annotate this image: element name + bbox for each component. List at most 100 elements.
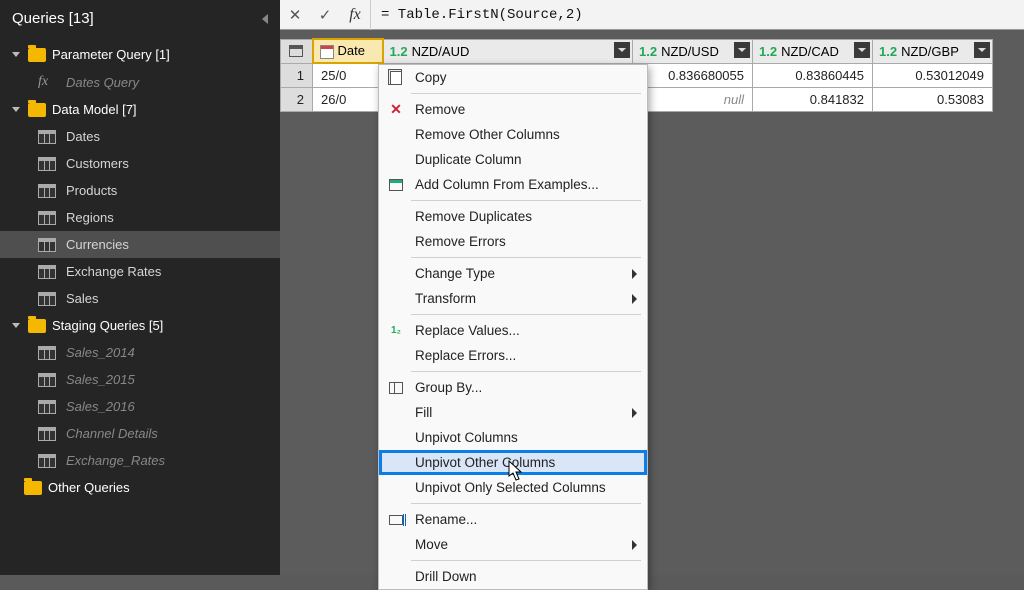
cancel-formula-button[interactable]: ✕ xyxy=(280,0,310,30)
cell-date[interactable]: 26/0 xyxy=(313,87,383,111)
query-item-sales-2014[interactable]: Sales_2014 xyxy=(0,339,280,366)
query-item-customers[interactable]: Customers xyxy=(0,150,280,177)
caret-down-icon xyxy=(12,107,20,112)
column-filter-icon[interactable] xyxy=(614,42,630,58)
query-item-sales[interactable]: Sales xyxy=(0,285,280,312)
menu-change-type[interactable]: Change Type xyxy=(379,261,647,286)
group-label: Parameter Query [1] xyxy=(52,47,170,62)
menu-separator xyxy=(411,200,641,201)
menu-unpivot-other-columns[interactable]: Unpivot Other Columns xyxy=(379,450,647,475)
column-filter-icon[interactable] xyxy=(734,42,750,58)
query-item-currencies[interactable]: Currencies xyxy=(0,231,280,258)
query-label: Regions xyxy=(66,210,114,225)
table-icon xyxy=(387,176,405,194)
menu-remove[interactable]: ✕Remove xyxy=(379,97,647,122)
date-type-icon xyxy=(320,45,334,59)
cell-cad[interactable]: 0.83860445 xyxy=(753,63,873,87)
submenu-arrow-icon xyxy=(632,540,637,550)
row-number: 1 xyxy=(281,63,313,87)
table-icon xyxy=(38,373,56,387)
table-icon xyxy=(289,45,303,57)
cell-usd[interactable]: 0.836680055 xyxy=(633,63,753,87)
column-label: NZD/CAD xyxy=(781,44,839,59)
group-other-queries[interactable]: Other Queries xyxy=(0,474,280,501)
cell-usd[interactable]: null xyxy=(633,87,753,111)
menu-rename[interactable]: Rename... xyxy=(379,507,647,532)
fx-icon: fx xyxy=(38,74,56,90)
fx-icon[interactable]: fx xyxy=(340,0,370,30)
column-label: NZD/AUD xyxy=(412,44,470,59)
collapse-sidebar-icon[interactable] xyxy=(262,14,268,24)
menu-separator xyxy=(411,257,641,258)
query-item-sales-2015[interactable]: Sales_2015 xyxy=(0,366,280,393)
menu-unpivot-columns[interactable]: Unpivot Columns xyxy=(379,425,647,450)
row-number: 2 xyxy=(281,87,313,111)
menu-copy[interactable]: Copy xyxy=(379,65,647,90)
group-label: Data Model [7] xyxy=(52,102,137,117)
remove-icon: ✕ xyxy=(387,101,405,119)
query-item-sales-2016[interactable]: Sales_2016 xyxy=(0,393,280,420)
column-context-menu: Copy ✕Remove Remove Other Columns Duplic… xyxy=(378,64,648,590)
query-label: Sales_2014 xyxy=(66,345,135,360)
query-item-regions[interactable]: Regions xyxy=(0,204,280,231)
table-icon xyxy=(38,130,56,144)
query-item-dates-query[interactable]: fx Dates Query xyxy=(0,68,280,96)
cell-date[interactable]: 25/0 xyxy=(313,63,383,87)
menu-separator xyxy=(411,93,641,94)
query-label: Currencies xyxy=(66,237,129,252)
group-data-model[interactable]: Data Model [7] xyxy=(0,96,280,123)
menu-transform[interactable]: Transform xyxy=(379,286,647,311)
column-label: Date xyxy=(338,43,365,58)
accept-formula-button[interactable]: ✓ xyxy=(310,0,340,30)
menu-remove-other-columns[interactable]: Remove Other Columns xyxy=(379,122,647,147)
column-header-cad[interactable]: 1.2NZD/CAD xyxy=(753,39,873,63)
select-all-corner[interactable] xyxy=(281,39,313,63)
cell-gbp[interactable]: 0.53083 xyxy=(873,87,993,111)
column-header-date[interactable]: Date xyxy=(313,39,383,63)
menu-drill-down[interactable]: Drill Down xyxy=(379,564,647,589)
submenu-arrow-icon xyxy=(632,269,637,279)
table-icon xyxy=(38,238,56,252)
cell-cad[interactable]: 0.841832 xyxy=(753,87,873,111)
menu-replace-errors[interactable]: Replace Errors... xyxy=(379,343,647,368)
query-item-channel-details[interactable]: Channel Details xyxy=(0,420,280,447)
group-staging-queries[interactable]: Staging Queries [5] xyxy=(0,312,280,339)
group-parameter-query[interactable]: Parameter Query [1] xyxy=(0,41,280,68)
query-label: Channel Details xyxy=(66,426,158,441)
queries-tree: Parameter Query [1] fx Dates Query Data … xyxy=(0,37,280,505)
table-icon xyxy=(38,400,56,414)
folder-icon xyxy=(28,103,46,117)
column-filter-icon[interactable] xyxy=(854,42,870,58)
menu-remove-errors[interactable]: Remove Errors xyxy=(379,229,647,254)
menu-separator xyxy=(411,503,641,504)
query-item-products[interactable]: Products xyxy=(0,177,280,204)
menu-fill[interactable]: Fill xyxy=(379,400,647,425)
replace-icon: 1₂ xyxy=(387,322,405,340)
column-header-usd[interactable]: 1.2NZD/USD xyxy=(633,39,753,63)
query-label: Products xyxy=(66,183,117,198)
menu-replace-values[interactable]: 1₂Replace Values... xyxy=(379,318,647,343)
query-item-dates[interactable]: Dates xyxy=(0,123,280,150)
submenu-arrow-icon xyxy=(632,408,637,418)
caret-down-icon xyxy=(12,52,20,57)
menu-add-column-examples[interactable]: Add Column From Examples... xyxy=(379,172,647,197)
query-label: Exchange_Rates xyxy=(66,453,165,468)
caret-down-icon xyxy=(12,323,20,328)
cell-gbp[interactable]: 0.53012049 xyxy=(873,63,993,87)
formula-input[interactable]: = Table.FirstN(Source,2) xyxy=(370,0,1024,30)
formula-bar: ✕ ✓ fx = Table.FirstN(Source,2) xyxy=(280,0,1024,30)
column-filter-icon[interactable] xyxy=(974,42,990,58)
query-label: Sales_2015 xyxy=(66,372,135,387)
menu-group-by[interactable]: Group By... xyxy=(379,375,647,400)
menu-duplicate-column[interactable]: Duplicate Column xyxy=(379,147,647,172)
menu-move[interactable]: Move xyxy=(379,532,647,557)
column-header-gbp[interactable]: 1.2NZD/GBP xyxy=(873,39,993,63)
query-item-exchange-rates-staging[interactable]: Exchange_Rates xyxy=(0,447,280,474)
menu-remove-duplicates[interactable]: Remove Duplicates xyxy=(379,204,647,229)
folder-icon xyxy=(28,319,46,333)
column-header-hidden[interactable]: 1.2NZD/AUD xyxy=(383,39,633,63)
menu-unpivot-only-selected[interactable]: Unpivot Only Selected Columns xyxy=(379,475,647,500)
query-label: Sales_2016 xyxy=(66,399,135,414)
rename-icon xyxy=(387,511,405,529)
query-item-exchange-rates[interactable]: Exchange Rates xyxy=(0,258,280,285)
